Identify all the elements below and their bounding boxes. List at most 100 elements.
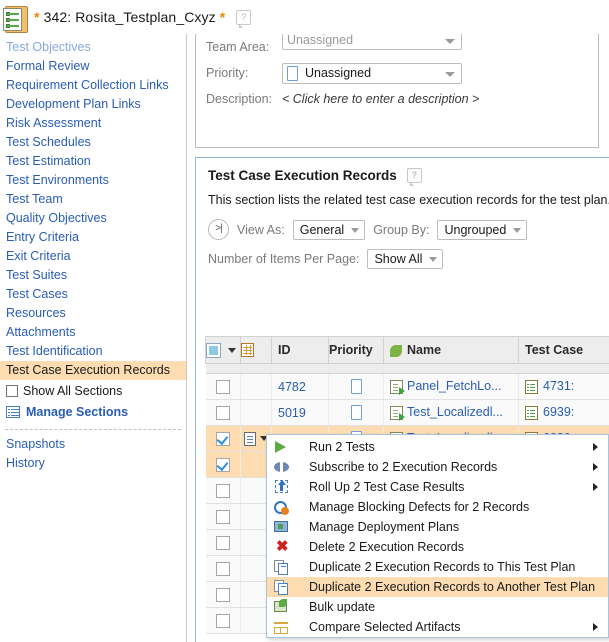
row-checkbox-cell[interactable]	[205, 477, 241, 504]
column-header-select-all[interactable]	[205, 336, 241, 364]
view-as-select[interactable]: General	[292, 219, 366, 240]
sidebar-item-test-suites[interactable]: Test Suites	[0, 266, 186, 285]
sidebar-item-test-estimation[interactable]: Test Estimation	[0, 152, 186, 171]
sidebar-item-test-identification[interactable]: Test Identification	[0, 342, 186, 361]
sidebar-item-test-objectives[interactable]: Test Objectives	[0, 38, 186, 57]
context-menu-item-roll-up-results[interactable]: Roll Up 2 Test Case Results	[267, 477, 608, 497]
context-menu-item-duplicate-this-plan[interactable]: Duplicate 2 Execution Records to This Te…	[267, 557, 608, 577]
row-checkbox-cell[interactable]	[205, 529, 241, 556]
section-description: This section lists the related test case…	[208, 193, 609, 207]
column-header-settings[interactable]	[240, 336, 272, 364]
row-checkbox-cell[interactable]	[205, 373, 241, 400]
row-checkbox-cell[interactable]	[205, 607, 241, 634]
row-checkbox[interactable]	[215, 483, 230, 498]
row-checkbox-cell[interactable]	[205, 451, 241, 478]
context-menu-item-duplicate-another-plan[interactable]: Duplicate 2 Execution Records to Another…	[267, 577, 608, 597]
row-checkbox[interactable]	[215, 457, 230, 472]
context-menu-item-manage-blocking-defects[interactable]: Manage Blocking Defects for 2 Records	[267, 497, 608, 517]
context-menu-label: Duplicate 2 Execution Records to Another…	[309, 580, 596, 594]
help-question-icon[interactable]: ?	[406, 168, 422, 186]
row-testcase-cell[interactable]: 6939:	[518, 399, 609, 426]
expand-panel-button[interactable]: >|	[208, 219, 229, 240]
sidebar-item-exit-criteria[interactable]: Exit Criteria	[0, 247, 186, 266]
row-checkbox[interactable]	[215, 535, 230, 550]
row-checkbox[interactable]	[215, 561, 230, 576]
description-placeholder[interactable]: < Click here to enter a description >	[282, 92, 479, 106]
sidebar-item-attachments[interactable]: Attachments	[0, 323, 186, 342]
execution-record-icon	[390, 379, 405, 395]
row-checkbox-cell[interactable]	[205, 555, 241, 582]
row-id-link[interactable]: 4782	[278, 380, 306, 394]
chevron-down-icon[interactable]	[228, 347, 237, 353]
sidebar-item-test-cases[interactable]: Test Cases	[0, 285, 186, 304]
priority-select[interactable]: Unassigned	[282, 62, 462, 84]
show-all-sections-checkbox[interactable]	[6, 384, 18, 397]
context-menu-item-delete-records[interactable]: ✖ Delete 2 Execution Records	[267, 537, 608, 557]
manage-sections-button[interactable]: Manage Sections	[0, 401, 186, 423]
sidebar-item-development-plan-links[interactable]: Development Plan Links	[0, 95, 186, 114]
row-checkbox[interactable]	[215, 379, 230, 394]
row-id-cell[interactable]: 5019	[271, 399, 329, 426]
sidebar-item-snapshots[interactable]: Snapshots	[0, 435, 186, 454]
testplan-icon	[2, 4, 28, 33]
show-all-sections-row[interactable]: Show All Sections	[0, 380, 186, 401]
team-area-label: Team Area:	[206, 40, 270, 54]
row-name-cell[interactable]: Panel_FetchLo...	[383, 373, 519, 400]
context-menu-item-manage-deployment-plans[interactable]: Manage Deployment Plans	[267, 517, 608, 537]
row-id-link[interactable]: 5019	[278, 406, 306, 420]
row-checkbox[interactable]	[215, 431, 230, 446]
team-area-select[interactable]: Unassigned	[282, 34, 462, 50]
row-checkbox[interactable]	[215, 405, 230, 420]
description-row: Description: < Click here to enter a des…	[196, 86, 598, 112]
row-name-link[interactable]: Panel_FetchLo...	[407, 379, 502, 393]
column-header-name[interactable]: Name	[383, 336, 519, 364]
row-checkbox-cell[interactable]	[205, 503, 241, 530]
row-menu-cell[interactable]	[240, 399, 272, 426]
context-menu-item-compare-artifacts[interactable]: Compare Selected Artifacts	[267, 617, 608, 637]
table-row[interactable]: 4782 Panel_FetchLo... 4731:	[205, 373, 609, 400]
column-settings-icon[interactable]	[241, 343, 254, 358]
items-per-page-select[interactable]: Show All	[367, 249, 444, 269]
context-menu-label: Run 2 Tests	[309, 440, 375, 454]
sidebar-item-resources[interactable]: Resources	[0, 304, 186, 323]
row-testcase-cell[interactable]: 4731:	[518, 373, 609, 400]
row-testcase-link[interactable]: 6939:	[543, 405, 574, 419]
sidebar-item-history[interactable]: History	[0, 454, 186, 473]
row-checkbox[interactable]	[215, 613, 230, 628]
row-name-cell[interactable]: Test_Localizedl...	[383, 399, 519, 426]
row-checkbox-cell[interactable]	[205, 425, 241, 452]
blocking-defect-icon	[273, 499, 291, 515]
sidebar-item-quality-objectives[interactable]: Quality Objectives	[0, 209, 186, 228]
select-all-checkbox[interactable]	[206, 342, 221, 358]
context-menu-item-subscribe[interactable]: Subscribe to 2 Execution Records	[267, 457, 608, 477]
row-checkbox-cell[interactable]	[205, 581, 241, 608]
sidebar-item-risk-assessment[interactable]: Risk Assessment	[0, 114, 186, 133]
sidebar-item-test-environments[interactable]: Test Environments	[0, 171, 186, 190]
priority-unassigned-icon	[350, 379, 362, 395]
sidebar-item-test-schedules[interactable]: Test Schedules	[0, 133, 186, 152]
sidebar-item-formal-review[interactable]: Formal Review	[0, 57, 186, 76]
sidebar-item-test-case-execution-records[interactable]: Test Case Execution Records	[0, 361, 186, 380]
column-header-test-case[interactable]: Test Case	[518, 336, 609, 364]
row-testcase-link[interactable]: 4731:	[543, 379, 574, 393]
table-row[interactable]: 5019 Test_Localizedl... 6939:	[205, 399, 609, 426]
help-question-icon[interactable]: ?	[236, 10, 252, 28]
row-id-cell[interactable]: 4782	[271, 373, 329, 400]
row-checkbox[interactable]	[215, 587, 230, 602]
row-checkbox[interactable]	[215, 509, 230, 524]
group-by-select[interactable]: Ungrouped	[437, 219, 528, 240]
page-title-text: 342: Rosita_Testplan_Cxyz	[43, 9, 216, 25]
row-priority-cell	[328, 399, 384, 426]
row-name-link[interactable]: Test_Localizedl...	[407, 405, 503, 419]
context-menu-item-bulk-update[interactable]: Bulk update	[267, 597, 608, 617]
column-header-name-label: Name	[407, 343, 442, 357]
row-checkbox-cell[interactable]	[205, 399, 241, 426]
sidebar-item-entry-criteria[interactable]: Entry Criteria	[0, 228, 186, 247]
row-actions-icon[interactable]	[244, 431, 256, 446]
column-header-id[interactable]: ID	[271, 336, 329, 364]
context-menu-item-run-tests[interactable]: Run 2 Tests	[267, 437, 608, 457]
row-menu-cell[interactable]	[240, 373, 272, 400]
column-header-priority[interactable]: Priority	[328, 336, 384, 364]
sidebar-item-test-team[interactable]: Test Team	[0, 190, 186, 209]
sidebar-item-requirement-collection-links[interactable]: Requirement Collection Links	[0, 76, 186, 95]
